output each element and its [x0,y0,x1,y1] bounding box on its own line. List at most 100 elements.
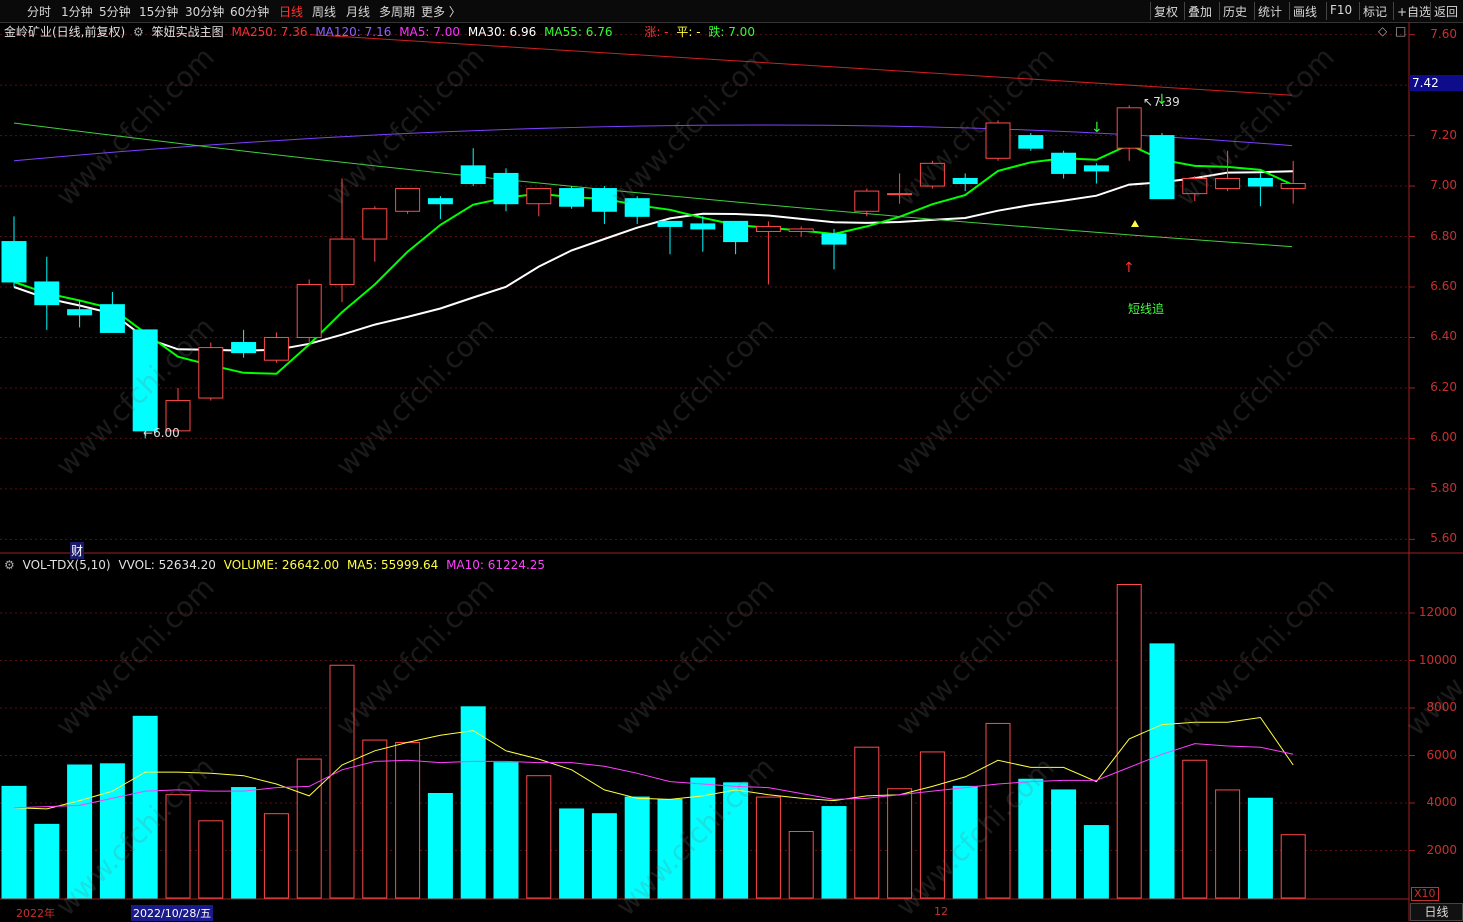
zoom-x10[interactable]: X10 [1411,887,1439,901]
candle-body [657,220,683,227]
year-label: 2022年 [16,907,55,920]
finance-marker[interactable]: 财 [70,542,85,559]
volume-bar [821,806,847,899]
candle-body [1280,183,1306,190]
volume-tick-4: 4000 [1426,795,1457,809]
volume-bar [296,758,322,899]
candle-body [1083,165,1109,172]
candle-body [952,177,978,185]
price-tick-8: 6.00 [1430,430,1457,445]
price-tick-2: 7.20 [1430,127,1457,142]
volume-tick-1: 10000 [1418,652,1457,667]
candle-body [1018,135,1044,149]
stock-name[interactable]: 金岭矿业(日线,前复权) [4,25,125,39]
volume-bar [395,741,421,899]
month-label: 12 [934,905,948,918]
volume-bar [493,762,519,899]
candle-body [755,225,781,232]
ma5-value: MA5: 7.00 [399,25,460,39]
vvol-value: VVOL: 52634.20 [118,558,216,572]
candle-body [263,336,289,361]
candle-body [526,188,552,205]
candle-body [395,188,421,212]
high-label: ↖7.39 [1143,95,1180,109]
ma250-value: MA250: 7.36 [231,25,308,39]
high-value: 7.39 [1153,95,1180,109]
price-tick-10: 5.60 [1430,531,1457,546]
candle-body [854,190,880,212]
volume-bar [1280,834,1306,899]
date-cursor-label: 2022/10/28/五 [131,905,214,921]
indicator-name[interactable]: 笨妞实战主图 [152,25,224,39]
vol-indicator-name[interactable]: VOL-TDX(5,10) [23,558,111,572]
up-arrow-icon: ↑ [1123,260,1135,276]
candle-body [329,238,355,285]
signal-label: 短线追 [1128,302,1165,316]
candle-body [198,347,224,399]
down-count: 跌: 7.00 [708,25,755,39]
volume-bar [1149,643,1175,899]
candle-body [362,208,388,240]
flat-count: 平: - [676,25,701,39]
volume-bar [526,775,552,899]
low-value: 6.00 [153,426,180,440]
volume-bar [1051,789,1077,899]
candle-body [460,165,486,185]
period-tab-daily[interactable]: 日线 [1410,903,1463,921]
volume-bar [34,823,60,899]
candle-body [821,233,847,245]
candle-body [1247,177,1273,187]
candle-body [427,198,453,205]
main-legend: 金岭矿业(日线,前复权) ⚙ 笨妞实战主图 MA250: 7.36 MA120:… [4,23,759,40]
volume-bar [788,831,814,899]
volume-bar [427,793,453,899]
candle-body [559,188,585,207]
candle-body [723,220,749,243]
candle-body [1116,107,1142,149]
vol-menu-icon[interactable]: ⚙ [4,558,15,572]
settings-icon[interactable]: ⚙ [133,25,144,39]
vol-ma10-value: MA10: 61224.25 [446,558,546,572]
volume-value: VOLUME: 26642.00 [223,558,340,572]
price-tick-5: 6.60 [1430,279,1457,293]
ma120-value: MA120: 7.16 [315,25,392,39]
volume-bar [1182,759,1208,899]
candle-body [493,172,519,205]
ma55-value: MA55: 6.76 [544,25,613,39]
volume-bar [231,787,257,899]
window-icon[interactable]: □ [1395,24,1406,38]
price-tick-3: 7.00 [1430,178,1457,193]
price-tick-7: 6.20 [1430,379,1457,394]
candle-body [231,342,257,354]
volume-bar [559,808,585,899]
volume-tick-3: 6000 [1426,747,1457,762]
candle-body [67,309,93,316]
current-price-tag: 7.42 [1409,75,1463,91]
candle-body [296,283,322,338]
candle-body [690,223,716,230]
volume-bar [854,746,880,899]
marker-triangle-icon [1131,220,1139,227]
volume-bar [591,813,617,899]
volume-bar [1083,825,1109,899]
volume-tick-5: 2000 [1426,842,1457,857]
volume-bar [755,796,781,899]
price-tick-9: 5.80 [1430,480,1457,495]
diamond-icon[interactable]: ◇ [1378,24,1387,38]
down-arrow-icon: ↓ [1091,120,1103,136]
candle-body [1051,152,1077,174]
ma30-value: MA30: 6.96 [467,25,537,39]
candle-body [34,281,60,306]
candle-body [1,241,27,283]
volume-bar [1247,797,1273,899]
candle-body [788,228,814,232]
price-tick-6: 6.40 [1430,329,1457,344]
up-count: 涨: - [644,25,669,39]
volume-bar [1116,584,1142,899]
volume-bar [263,813,289,899]
price-tick-0: 7.60 [1430,26,1457,41]
volume-bar [198,820,224,899]
volume-bar [1,785,27,899]
candle-body [99,304,125,333]
volume-bar [1215,789,1241,899]
